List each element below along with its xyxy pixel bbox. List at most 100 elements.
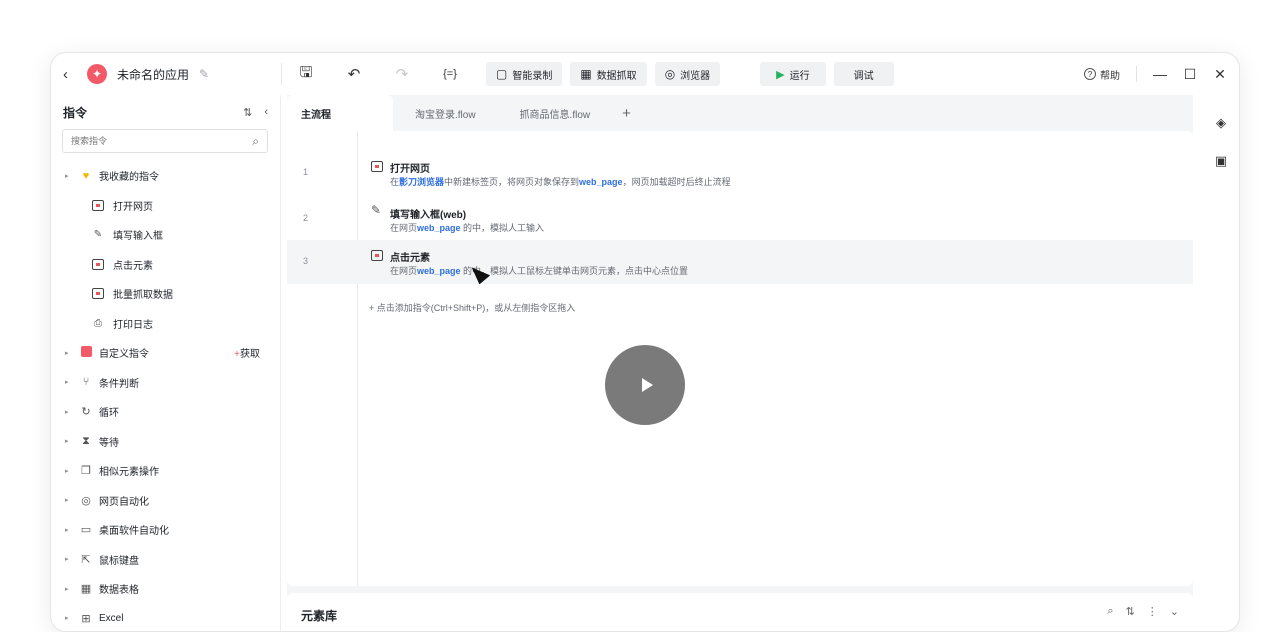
variables-icon[interactable]: {=} — [426, 60, 474, 88]
step-param[interactable]: web_page — [417, 266, 461, 276]
sidebar-item-label: 打印日志 — [113, 316, 153, 331]
flow-step[interactable]: 1 打开网页 在影刀浏览器中新建标签页，将网页对象保存到web_page，网页加… — [287, 151, 1193, 195]
step-description: 在网页web_page 的中，模拟人工鼠标左键单击网页元素，点击中心点位置 — [390, 264, 688, 277]
flow-canvas[interactable]: 1 打开网页 在影刀浏览器中新建标签页，将网页对象保存到web_page，网页加… — [287, 131, 1193, 586]
undo-icon[interactable]: ↶ — [330, 60, 378, 88]
video-icon: ▢ — [496, 67, 507, 81]
step-param[interactable]: web_page — [579, 177, 623, 187]
caret-icon: ▸ — [65, 526, 73, 534]
caret-icon: ▸ — [65, 467, 73, 475]
sidebar-item-label: 桌面软件自动化 — [99, 522, 169, 537]
chevron-down-icon[interactable]: ⌄ — [1170, 605, 1179, 618]
sidebar-item-custom[interactable]: ▸ 自定义指令 +获取 — [51, 338, 280, 368]
custom-command-icon — [79, 346, 93, 360]
sidebar-subitem-batch-scrape[interactable]: 批量抓取数据 — [51, 279, 280, 309]
cursor-icon: ⇱ — [79, 553, 93, 566]
hourglass-icon: ⧗ — [79, 435, 93, 448]
sidebar-item-label: 点击元素 — [113, 257, 153, 272]
layers-icon[interactable]: ◈ — [1216, 115, 1226, 131]
app-name: 未命名的应用 — [117, 66, 189, 83]
step-param[interactable]: 影刀浏览器 — [399, 177, 444, 187]
debug-button[interactable]: 调试 — [834, 62, 894, 86]
edit-name-icon[interactable]: ✎ — [199, 67, 209, 81]
maximize-icon[interactable]: ☐ — [1183, 66, 1197, 83]
flow-step[interactable]: 2 ✎ 填写输入框(web) 在网页web_page 的中，模拟人工输入 — [287, 197, 1193, 241]
caret-icon: ▸ — [65, 585, 73, 593]
smart-record-button[interactable]: ▢ 智能录制 — [486, 62, 562, 86]
save-icon[interactable]: 🖫 — [282, 60, 330, 88]
search-input[interactable] — [71, 136, 221, 146]
sidebar-item-data-table[interactable]: ▸ ▦ 数据表格 — [51, 574, 280, 604]
debug-label: 调试 — [854, 67, 874, 82]
sidebar-item-excel[interactable]: ▸ ⊞ Excel — [51, 604, 280, 632]
tab-taobao-login[interactable]: 淘宝登录.flow — [393, 95, 498, 131]
data-scrape-label: 数据抓取 — [597, 67, 637, 82]
line-number: 2 — [303, 213, 308, 223]
sidebar-subitem-open-webpage[interactable]: 打开网页 — [51, 191, 280, 221]
sidebar-title: 指令 — [63, 104, 87, 121]
sidebar-subitem-fill-input[interactable]: ✎ 填写输入框 — [51, 220, 280, 250]
edit-icon: ✎ — [371, 203, 383, 214]
caret-icon: ▸ — [65, 349, 73, 357]
tab-scrape-products[interactable]: 抓商品信息.flow — [498, 95, 613, 131]
search-icon[interactable]: ⌕ — [1107, 605, 1113, 618]
step-title: 打开网页 — [390, 160, 430, 175]
sidebar-item-wait[interactable]: ▸ ⧗ 等待 — [51, 427, 280, 457]
caret-icon: ▸ — [65, 172, 73, 180]
sidebar-item-loop[interactable]: ▸ ↻ 循环 — [51, 397, 280, 427]
caret-icon: ▸ — [65, 614, 73, 622]
loop-icon: ↻ — [79, 405, 93, 418]
run-button[interactable]: ▶ 运行 — [760, 62, 825, 86]
minimize-icon[interactable]: — — [1153, 66, 1167, 82]
search-icon[interactable]: ⌕ — [252, 134, 259, 149]
app-logo-icon: ✦ — [87, 64, 107, 84]
tab-main-flow[interactable]: 主流程 — [287, 95, 393, 131]
sidebar-item-mouse-keyboard[interactable]: ▸ ⇱ 鼠标键盘 — [51, 545, 280, 575]
titlebar: ‹ ✦ 未命名的应用 ✎ 🖫 ↶ ↷ {=} ▢ 智能录制 ▦ 数据抓取 ◎ 浏… — [51, 53, 1239, 95]
scrape-icon — [91, 288, 105, 300]
back-icon[interactable]: ‹ — [63, 66, 77, 83]
smart-record-label: 智能录制 — [512, 67, 552, 82]
sidebar-header: 指令 ⇅ ‹ — [51, 95, 280, 129]
sidebar-item-desktop-automation[interactable]: ▸ ▭ 桌面软件自动化 — [51, 515, 280, 545]
help-icon: ? — [1084, 68, 1096, 80]
sort-icon[interactable]: ⇅ — [1126, 605, 1135, 618]
sidebar-item-label: 自定义指令 — [99, 345, 149, 360]
sidebar-item-label: 鼠标键盘 — [99, 552, 139, 567]
collapse-icon[interactable]: ‹ — [264, 106, 268, 119]
help-button[interactable]: ? 帮助 — [1084, 67, 1120, 82]
more-icon[interactable]: ⋮ — [1147, 605, 1158, 618]
app-window: ‹ ✦ 未命名的应用 ✎ 🖫 ↶ ↷ {=} ▢ 智能录制 ▦ 数据抓取 ◎ 浏… — [50, 52, 1240, 632]
divider — [1136, 66, 1137, 82]
image-panel-icon[interactable]: ▣ — [1215, 153, 1227, 169]
webpage-icon — [91, 199, 105, 211]
browser-button[interactable]: ◎ 浏览器 — [655, 62, 720, 86]
flow-step-selected[interactable]: 3 点击元素 在网页web_page 的中，模拟人工鼠标左键单击网页元素，点击中… — [287, 240, 1193, 284]
add-tab-icon[interactable]: + — [612, 95, 641, 131]
command-sidebar: 指令 ⇅ ‹ ⌕ ▸ ♥ 我收藏的指令 打开网页 ✎ 填写输入框 点击元素 — [51, 95, 281, 632]
close-icon[interactable]: ✕ — [1213, 66, 1227, 83]
sidebar-subitem-print-log[interactable]: ⎙ 打印日志 — [51, 309, 280, 339]
video-play-button[interactable] — [605, 345, 685, 425]
table-icon: ▦ — [580, 67, 591, 81]
sidebar-item-label: 批量抓取数据 — [113, 286, 173, 301]
sidebar-item-label: 数据表格 — [99, 581, 139, 596]
add-command-hint[interactable]: + 点击添加指令(Ctrl+Shift+P)，或从左侧指令区拖入 — [369, 301, 575, 314]
element-library-panel: 元素库 ⌕ ⇅ ⋮ ⌄ — [287, 593, 1193, 632]
sidebar-item-label: 条件判断 — [99, 375, 139, 390]
get-custom-link[interactable]: +获取 — [234, 345, 260, 360]
data-scrape-button[interactable]: ▦ 数据抓取 — [570, 62, 646, 86]
sidebar-subitem-click-element[interactable]: 点击元素 — [51, 250, 280, 280]
step-param[interactable]: web_page — [417, 223, 461, 233]
sidebar-header-icons: ⇅ ‹ — [243, 106, 268, 119]
sidebar-item-condition[interactable]: ▸ ⑂ 条件判断 — [51, 368, 280, 398]
sort-icon[interactable]: ⇅ — [243, 106, 252, 119]
sidebar-item-label: 打开网页 — [113, 198, 153, 213]
sidebar-item-label: 网页自动化 — [99, 493, 149, 508]
caret-icon: ▸ — [65, 496, 73, 504]
sidebar-item-similar-elements[interactable]: ▸ ❐ 相似元素操作 — [51, 456, 280, 486]
sidebar-item-favorites[interactable]: ▸ ♥ 我收藏的指令 — [51, 161, 280, 191]
redo-icon[interactable]: ↷ — [378, 60, 426, 88]
sidebar-item-web-automation[interactable]: ▸ ◎ 网页自动化 — [51, 486, 280, 516]
sidebar-item-label: Excel — [99, 613, 123, 624]
